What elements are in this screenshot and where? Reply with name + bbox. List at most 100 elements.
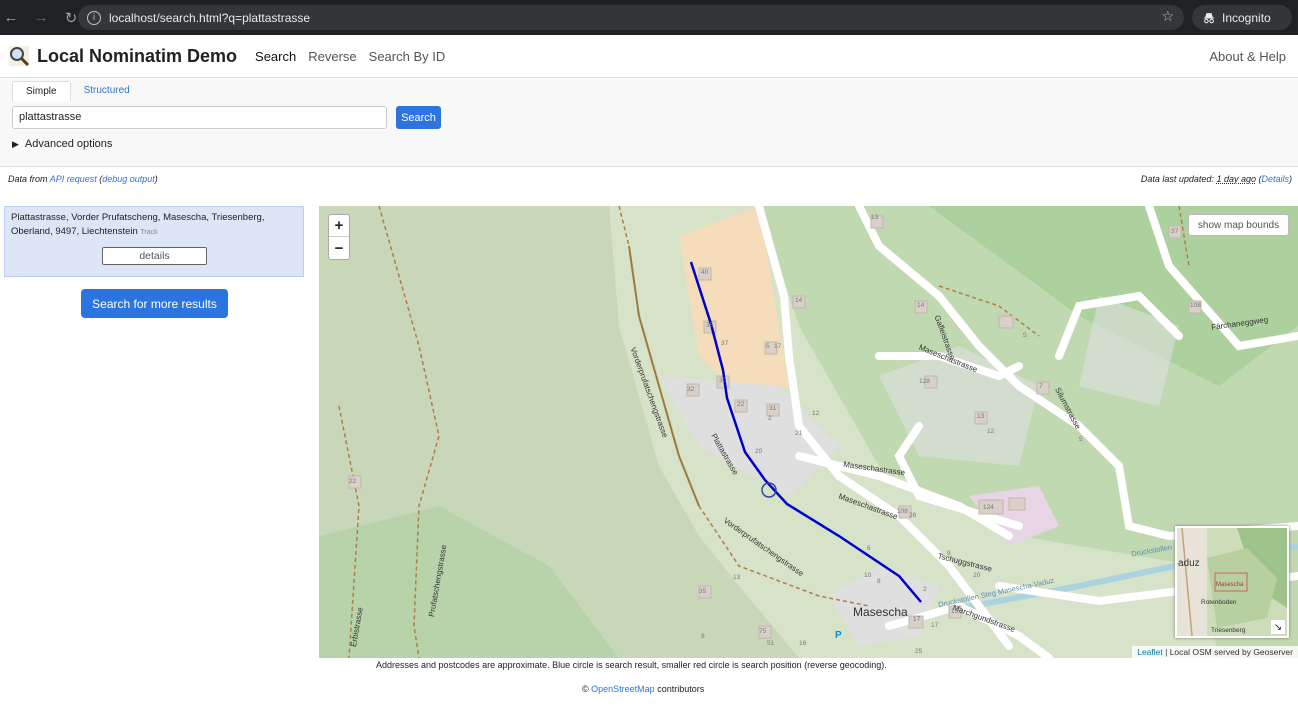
house-number-label: 12: [812, 410, 820, 417]
data-updated-value: 1 day ago: [1216, 174, 1256, 184]
nav-about-help[interactable]: About & Help: [1209, 49, 1286, 64]
main-nav: Search Reverse Search By ID: [255, 49, 457, 64]
site-info-icon[interactable]: i: [87, 10, 101, 25]
house-number-label: 51: [767, 640, 775, 647]
app-title: Local Nominatim Demo: [37, 45, 238, 66]
house-number-label: 6: [867, 545, 871, 552]
search-input[interactable]: plattastrasse: [12, 106, 387, 129]
house-number-label: 124: [983, 504, 994, 511]
house-number-label: 5: [1023, 332, 1027, 339]
data-source-line: Data from API request (debug output): [8, 174, 158, 184]
advanced-options-toggle[interactable]: ▶ Advanced options: [12, 138, 112, 150]
house-number-label: 22: [737, 401, 745, 408]
house-number-label: 10: [864, 572, 872, 579]
back-icon[interactable]: ←: [0, 7, 22, 29]
url-text[interactable]: localhost/search.html?q=plattastrasse: [109, 11, 310, 25]
incognito-icon: [1203, 12, 1215, 23]
advanced-options-label: Advanced options: [24, 138, 113, 150]
house-number-label: 32: [687, 386, 695, 393]
house-number-label: 9: [947, 550, 951, 557]
minimap-toggle-icon[interactable]: ↘: [1271, 620, 1285, 634]
house-number-label: 15: [951, 608, 959, 615]
house-number-label: 20: [755, 448, 763, 455]
house-number-label: 37: [1171, 228, 1179, 235]
openstreetmap-link[interactable]: OpenStreetMap: [591, 684, 655, 694]
house-number-label: 12: [987, 428, 995, 435]
nav-reverse[interactable]: Reverse: [308, 49, 356, 64]
house-number-label: 22: [349, 478, 357, 485]
house-number-label: 7: [1039, 383, 1043, 390]
data-updated-line: Data last updated: 1 day ago (Details): [1140, 174, 1292, 184]
nav-search-by-id[interactable]: Search By ID: [369, 49, 446, 64]
house-number-label: 40: [701, 269, 709, 276]
copyright-rest: contributors: [657, 684, 705, 694]
house-number-label: 26: [909, 512, 917, 519]
address-bar[interactable]: i localhost/search.html?q=plattastrasse …: [78, 5, 1184, 30]
house-number-label: 5: [766, 343, 770, 350]
data-source-prefix: Data from: [8, 174, 48, 184]
minimap-label-vaduz: aduz: [1178, 558, 1200, 569]
details-button[interactable]: details: [102, 247, 207, 265]
search-tabs: Simple Structured: [12, 81, 143, 101]
map-attribution: Leaflet | Local OSM served by Geoserver: [1132, 646, 1298, 658]
result-name: Plattastrasse, Vorder Prufatscheng, Mase…: [11, 211, 297, 240]
house-number-label: 35: [699, 588, 707, 595]
brand[interactable]: Local Nominatim Demo: [8, 45, 237, 67]
data-updated-prefix: Data last updated:: [1140, 174, 1214, 184]
copyright-line: © OpenStreetMap contributors: [582, 684, 704, 694]
minimap-label-triesenberg: Triesenberg: [1211, 627, 1246, 634]
house-number-label: 30: [719, 377, 727, 384]
overview-minimap[interactable]: aduz Masescha Rotenboden Triesenberg ↘: [1175, 526, 1289, 638]
minimap-label-rotenboden: Rotenboden: [1201, 599, 1237, 606]
house-number-label: 21: [795, 430, 803, 437]
house-number-label: 13: [733, 574, 741, 581]
app-header: Local Nominatim Demo Search Reverse Sear…: [0, 35, 1298, 78]
map-tiles[interactable]: [319, 206, 1298, 658]
details-link[interactable]: Details: [1261, 174, 1289, 184]
triangle-right-icon: ▶: [12, 139, 19, 149]
house-number-label: 31: [769, 405, 777, 412]
api-request-link[interactable]: API request: [50, 174, 97, 184]
map-label-masescha: Masescha: [853, 605, 908, 619]
house-number-label: 20: [973, 572, 981, 579]
house-number-label: 75: [759, 628, 767, 635]
house-number-label: 5: [1079, 436, 1083, 443]
incognito-label: Incognito: [1222, 10, 1271, 25]
house-number-label: 108: [897, 508, 908, 515]
parking-icon: P: [835, 630, 842, 641]
house-number-label: 2: [923, 586, 927, 593]
leaflet-link[interactable]: Leaflet: [1137, 647, 1163, 657]
result-type: Track: [140, 229, 158, 236]
debug-output-link[interactable]: debug output: [102, 174, 155, 184]
house-number-label: 14: [795, 297, 803, 304]
search-more-results-button[interactable]: Search for more results: [81, 289, 228, 318]
bookmark-star-icon[interactable]: ☆: [1161, 8, 1174, 25]
forward-icon[interactable]: →: [30, 7, 52, 29]
zoom-out-button[interactable]: −: [329, 237, 349, 259]
copyright-symbol: ©: [582, 684, 589, 694]
house-number-label: 8: [701, 633, 705, 640]
house-number-label: 35: [706, 322, 714, 329]
house-number-label: 108: [1190, 302, 1201, 309]
search-panel: Simple Structured plattastrasse Search ▶…: [0, 79, 1298, 167]
result-name-text: Plattastrasse, Vorder Prufatscheng, Mase…: [11, 212, 265, 237]
tab-simple[interactable]: Simple: [12, 81, 71, 101]
house-number-label: 128: [919, 378, 930, 385]
result-item[interactable]: Plattastrasse, Vorder Prufatscheng, Mase…: [4, 206, 304, 277]
house-number-label: 13: [977, 413, 985, 420]
show-map-bounds-button[interactable]: show map bounds: [1188, 214, 1289, 236]
house-number-label: 16: [799, 640, 807, 647]
map[interactable]: Plattastrasse Vorderprufatschengstrasse …: [319, 206, 1298, 658]
incognito-badge[interactable]: Incognito: [1192, 5, 1292, 30]
zoom-in-button[interactable]: +: [329, 215, 349, 237]
minimap-label-masescha: Masescha: [1216, 582, 1244, 588]
house-number-label: 17: [774, 343, 782, 350]
house-number-label: 14: [917, 302, 925, 309]
house-number-label: 37: [721, 340, 729, 347]
house-number-label: 13: [871, 214, 879, 221]
search-button[interactable]: Search: [396, 106, 441, 129]
nav-search[interactable]: Search: [255, 49, 296, 64]
tab-structured[interactable]: Structured: [71, 81, 143, 101]
house-number-label: 25: [915, 648, 923, 655]
house-number-label: 2: [768, 415, 772, 422]
